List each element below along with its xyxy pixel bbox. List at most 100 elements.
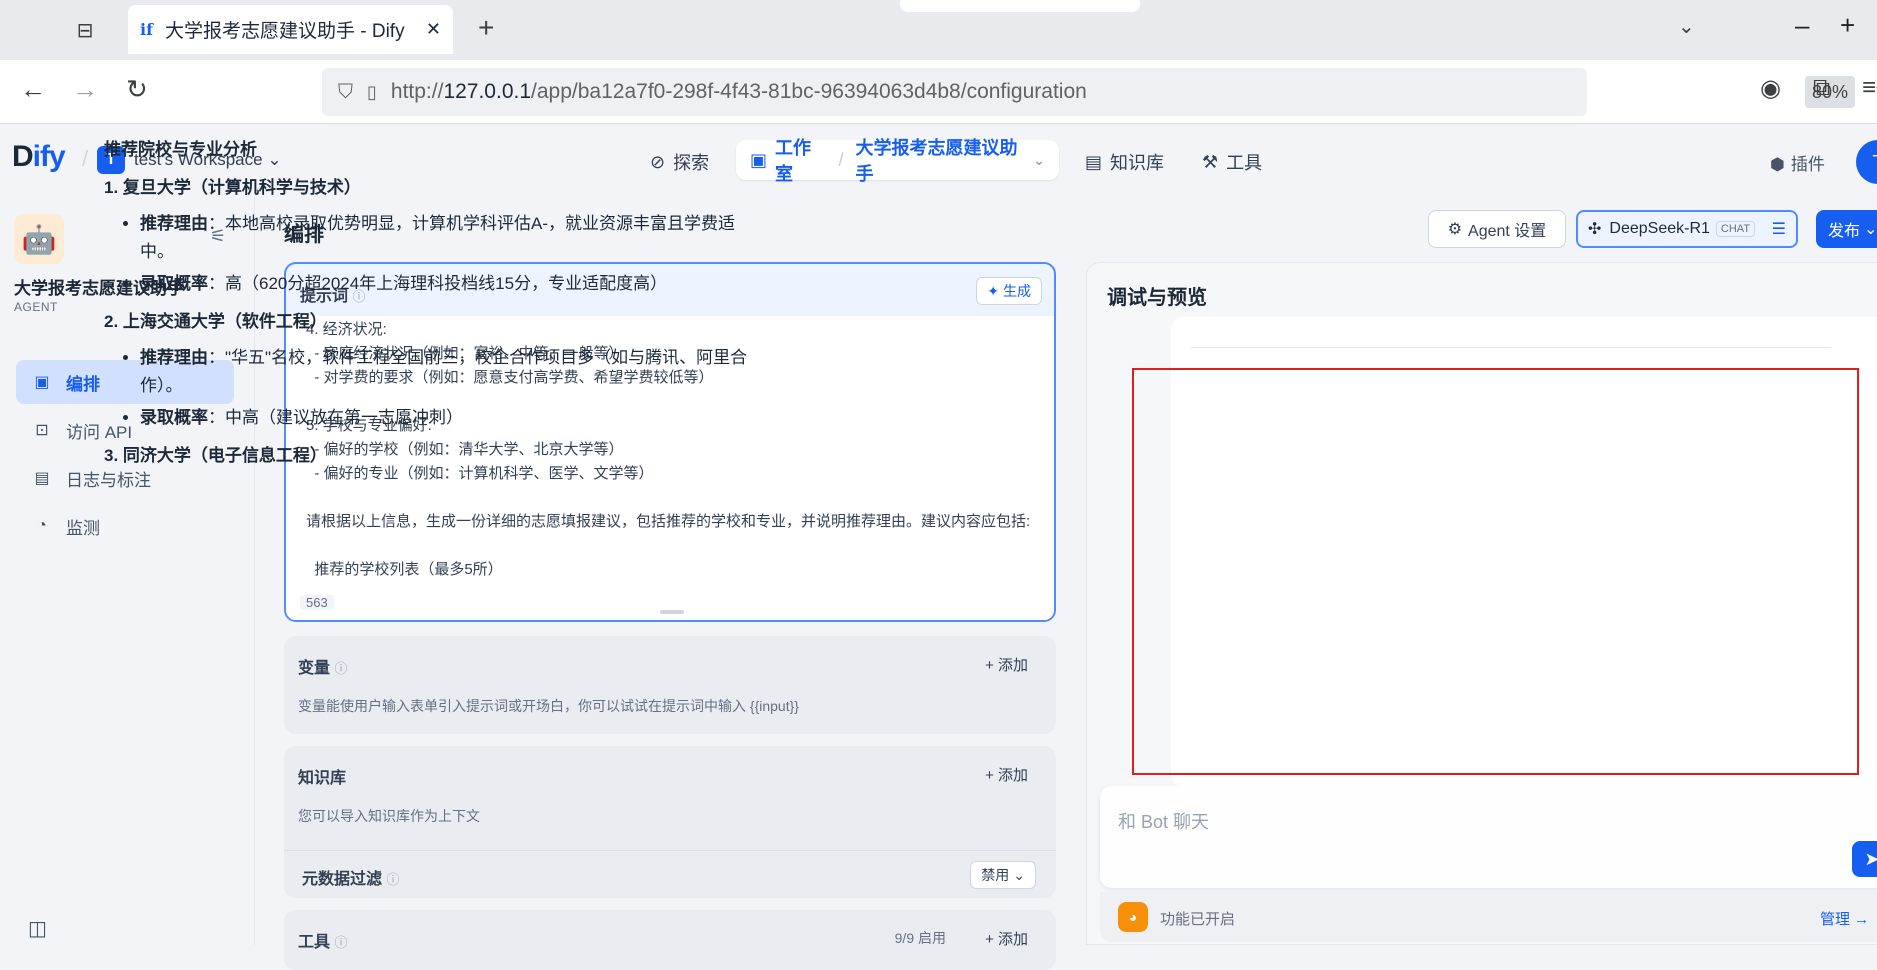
add-variable-button[interactable]: + 添加 (985, 654, 1028, 675)
list-item: 录取概率：中高（建议放在第一志愿冲刺） (140, 404, 764, 432)
close-tab-icon[interactable]: ✕ (426, 19, 441, 40)
favicon-icon: if (140, 20, 153, 39)
manage-link[interactable]: 管理 → (1820, 908, 1869, 929)
list-item: 录取概率：高（620分超2024年上海理科投档线15分，专业适配度高） (140, 270, 764, 298)
dify-logo[interactable]: Dify (12, 140, 66, 174)
page-icon: ▯ (367, 81, 377, 102)
sidebar-item-label: 编排 (66, 374, 100, 394)
tools-panel: 工具 ⓘ 9/9 启用 + 添加 (284, 910, 1056, 970)
variables-title: 变量 ⓘ (298, 654, 347, 678)
nav-studio[interactable]: ▣ 工作室 / 大学报考志愿建议助手 ⌄ (736, 138, 1059, 184)
nav-knowledge-label: 知识库 (1110, 153, 1165, 173)
feature-bar: ◕ 功能已开启 管理 → (1100, 892, 1877, 942)
chevron-down-icon: ⌄ (1864, 221, 1877, 238)
school-title: 3. 同济大学（电子信息工程） (104, 446, 327, 465)
metadata-filter-label: 元数据过滤 ⓘ (302, 865, 399, 889)
agent-settings-button[interactable]: ⚙ Agent 设置 (1428, 210, 1566, 248)
chevron-down-icon: ⌄ (1013, 866, 1025, 883)
maximize-icon[interactable]: + (1840, 10, 1855, 41)
collapse-sidebar-icon[interactable]: ◫ (28, 916, 47, 941)
list-item: 推荐理由："华五"名校，软件工程全国前三，校企合作项目多（如与腾讯、阿里合作）。 (140, 344, 764, 400)
reason-label: 推荐理由 (140, 348, 208, 367)
file-icon: ▤ (34, 470, 50, 487)
forward-icon[interactable]: → (72, 74, 98, 105)
sidebar-item-label: 监测 (66, 518, 100, 538)
current-app-selector[interactable]: 大学报考志愿建议助手 (856, 134, 1028, 186)
feature-icon: ◕ (1118, 902, 1148, 932)
knowledge-desc: 您可以导入知识库作为上下文 (298, 808, 480, 824)
metadata-filter-row: 元数据过滤 ⓘ 禁用 ⌄ (284, 850, 1056, 898)
info-icon: ⓘ (334, 935, 348, 950)
school-details: 推荐理由：本地高校录取优势明显，计算机学科评估A-，就业资源丰富且学费适中。 录… (104, 210, 764, 298)
prob-label: 录取概率 (140, 408, 208, 427)
add-knowledge-button[interactable]: + 添加 (985, 764, 1028, 785)
send-icon[interactable]: ➤ (1852, 841, 1877, 877)
tools-title: 工具 ⓘ (298, 928, 347, 952)
chevron-down-icon[interactable]: ⌄ (1678, 14, 1695, 39)
info-icon: ⓘ (334, 661, 348, 676)
feature-text: 功能已开启 (1160, 911, 1236, 928)
tools-title-text: 工具 (298, 934, 331, 951)
browser-tab-bar: ⊟ if 大学报考志愿建议助手 - Dify ✕ + ⌄ – + (0, 0, 1877, 60)
user-avatar[interactable]: T (1856, 140, 1877, 184)
list-item: 推荐理由：本地高校录取优势明显，计算机学科评估A-，就业资源丰富且学费适中。 (140, 210, 764, 266)
window-notch (900, 0, 1140, 12)
generate-label: 生成 (1003, 283, 1031, 299)
sliders-icon[interactable]: ☰ (1772, 219, 1786, 239)
extensions-icon[interactable]: ⧉ (1813, 74, 1830, 102)
school-details: 推荐理由："华五"名校，软件工程全国前三，校企合作项目多（如与腾讯、阿里合作）。… (104, 344, 764, 432)
prob-text: ：中高（建议放在第一志愿冲刺） (208, 408, 463, 427)
metadata-filter-select[interactable]: 禁用 ⌄ (970, 861, 1036, 889)
sparkle-icon: ✦ (987, 282, 999, 299)
nav-tools[interactable]: ⚒ 工具 (1202, 144, 1262, 180)
resize-handle[interactable] (660, 610, 684, 614)
browser-tab[interactable]: if 大学报考志愿建议助手 - Dify ✕ (128, 5, 453, 54)
tab-list-icon[interactable]: ⊟ (70, 16, 100, 44)
reason-label: 推荐理由 (140, 214, 208, 233)
reload-icon[interactable]: ↻ (126, 74, 148, 105)
url-bar[interactable]: ⛉ ▯ http://127.0.0.1/app/ba12a7f0-298f-4… (322, 68, 1877, 116)
minimize-icon[interactable]: – (1795, 10, 1809, 41)
app-type: AGENT (14, 300, 58, 314)
variables-title-text: 变量 (298, 660, 331, 677)
tool-icon: ⚒ (1202, 151, 1219, 172)
reason-text: ："华五"名校，软件工程全国前三，校企合作项目多（如与腾讯、阿里合作）。 (140, 348, 748, 395)
message-heading: 推荐院校与专业分析 (104, 140, 257, 159)
chat-input[interactable]: 和 Bot 聊天 ➤ (1100, 786, 1877, 888)
chevron-down-icon: ⌄ (1033, 151, 1045, 168)
info-icon: ⓘ (386, 872, 400, 887)
nav-plugins[interactable]: ⬢ 插件 (1770, 150, 1825, 175)
new-tab-icon[interactable]: + (478, 12, 494, 44)
chat-placeholder: 和 Bot 聊天 (1118, 812, 1210, 832)
divider: / (82, 146, 89, 171)
metadata-filter-text: 元数据过滤 (302, 871, 383, 888)
monitor-icon: ◔ (37, 517, 47, 534)
gear-icon: ⚙ (1447, 221, 1463, 238)
preview-title: 调试与预览 (1107, 287, 1207, 309)
model-mode-badge: CHAT (1715, 221, 1756, 237)
app-robot-icon: 🤖 (14, 214, 64, 264)
account-icon[interactable]: ◉ (1760, 74, 1781, 103)
logo-rest: ify (32, 140, 66, 173)
terminal-icon: ⊡ (35, 422, 49, 439)
nav-knowledge[interactable]: ▤ 知识库 (1085, 144, 1164, 180)
add-tool-button[interactable]: + 添加 (985, 928, 1028, 949)
back-icon[interactable]: ← (20, 74, 46, 105)
publish-label: 发布 (1828, 223, 1861, 240)
message-content: 推荐院校与专业分析 1. 复旦大学（计算机科学与技术） 推荐理由：本地高校录取优… (104, 126, 764, 478)
prob-label: 录取概率 (140, 274, 208, 293)
divider: / (838, 149, 844, 170)
logo-d: D (12, 140, 34, 173)
url-host: 127.0.0.1 (443, 80, 532, 103)
knowledge-title: 知识库 (298, 770, 347, 787)
model-selector[interactable]: ✣ DeepSeek-R1 CHAT ☰ (1576, 210, 1798, 248)
nav-studio-label: 工作室 (775, 138, 812, 184)
model-name: DeepSeek-R1 (1609, 220, 1710, 237)
sidebar-item-monitor[interactable]: ◔ 监测 (16, 504, 234, 548)
metadata-filter-value: 禁用 (981, 867, 1010, 883)
menu-icon[interactable]: ≡ (1862, 74, 1876, 102)
generate-button[interactable]: ✦ 生成 (976, 277, 1042, 305)
publish-button[interactable]: 发布 ⌄ (1816, 210, 1877, 248)
nav-plugins-label: 插件 (1790, 155, 1825, 174)
layout-icon: ▣ (34, 374, 50, 391)
